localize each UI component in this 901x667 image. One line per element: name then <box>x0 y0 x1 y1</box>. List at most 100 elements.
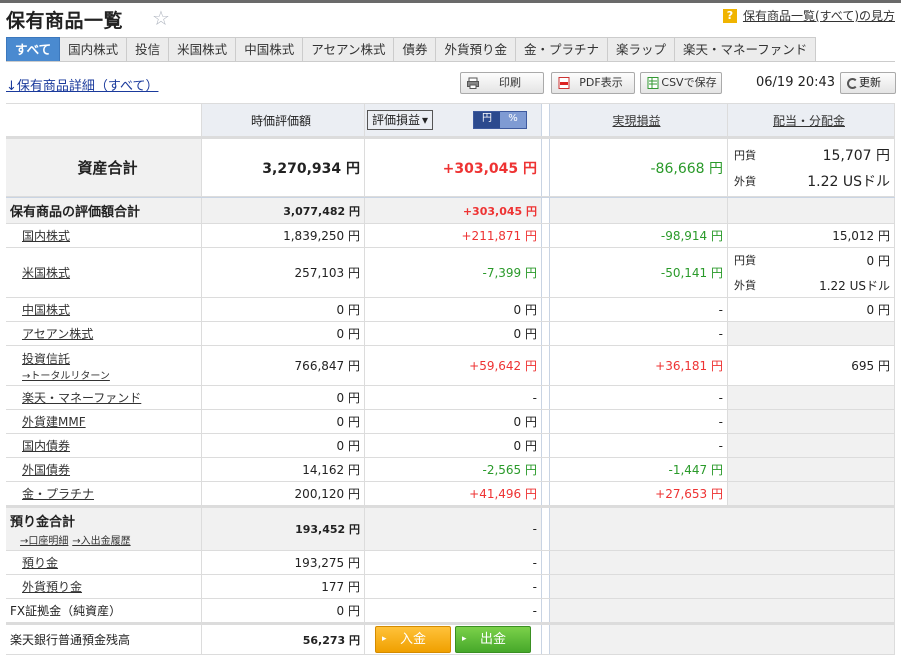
row-value: 0 円 <box>201 434 364 457</box>
tab-underline <box>6 61 895 62</box>
tab-domestic-stocks[interactable]: 国内株式 <box>60 37 128 62</box>
tab-asean-stocks[interactable]: アセアン株式 <box>303 37 395 62</box>
table-row: 金・プラチナ 200,120 円 +41,496 円 +27,653 円 <box>6 482 895 506</box>
pl-type-select[interactable]: 評価損益 ▾ <box>367 110 434 130</box>
table-row: アセアン株式 0 円 0 円 - <box>6 322 895 346</box>
table-row: FX証拠金（純資産） 0 円 - <box>6 599 895 623</box>
us-div-yen: 0 円 <box>866 253 890 268</box>
row-realized: - <box>549 410 727 433</box>
holdings-total-pl: +303,045 円 <box>364 198 542 223</box>
total-assets-value: 3,270,934 円 <box>201 139 364 196</box>
col-market-value: 時価評価額 <box>201 104 364 136</box>
total-assets-realized: -86,668 円 <box>549 139 727 196</box>
row-value: 0 円 <box>201 386 364 409</box>
print-label: 印刷 <box>499 76 521 89</box>
pl-select-value: 評価損益 <box>372 113 421 127</box>
tab-china-stocks[interactable]: 中国株式 <box>236 37 304 62</box>
row-label-link[interactable]: アセアン株式 <box>22 325 93 342</box>
csv-label: CSVで保存 <box>661 76 717 89</box>
tab-bonds[interactable]: 債券 <box>394 37 437 62</box>
page-title: 保有商品一覧 <box>6 10 124 32</box>
tab-gold-platinum[interactable]: 金・プラチナ <box>516 37 609 62</box>
row-value: 177 円 <box>201 575 364 598</box>
row-realized: - <box>549 386 727 409</box>
row-label-link[interactable]: 国内株式 <box>22 227 70 244</box>
arrow-right-icon: ▸ <box>382 634 387 644</box>
row-dividend: 15,012 円 <box>727 224 895 247</box>
row-dividend <box>727 322 895 345</box>
toolbar: ↓保有商品詳細（すべて） 印刷 PDF表示 CSVで保存 06/19 20:43… <box>0 72 901 96</box>
row-dividend <box>727 386 895 409</box>
refresh-icon <box>847 78 858 89</box>
row-label-link[interactable]: 米国株式 <box>22 264 70 281</box>
total-assets-row: 資産合計 3,270,934 円 +303,045 円 -86,668 円 円貨… <box>6 137 895 197</box>
row-label-link[interactable]: 国内債券 <box>22 437 70 454</box>
help-link-text[interactable]: 保有商品一覧(すべて)の見方 <box>743 7 895 24</box>
row-dividend: 0 円 <box>727 298 895 321</box>
row-label-link[interactable]: 投資信託 <box>22 350 70 367</box>
total-return-link[interactable]: →トータルリターン <box>22 367 110 382</box>
row-pl: 0 円 <box>364 298 542 321</box>
row-label-link[interactable]: 外貨預り金 <box>22 578 82 595</box>
unit-pct-button[interactable]: % <box>500 112 527 128</box>
favorite-star-icon[interactable]: ☆ <box>152 6 170 30</box>
row-realized: +27,653 円 <box>549 482 727 505</box>
unit-yen-button[interactable]: 円 <box>474 112 501 128</box>
chevron-down-icon: ▾ <box>422 113 429 127</box>
row-value: 0 円 <box>201 322 364 345</box>
pdf-icon <box>558 77 570 89</box>
row-label-link[interactable]: 金・プラチナ <box>22 485 94 502</box>
row-dividend: 695 円 <box>727 346 895 385</box>
row-value: 14,162 円 <box>201 458 364 481</box>
col-dividend-link[interactable]: 配当・分配金 <box>773 112 845 129</box>
row-value: 766,847 円 <box>201 346 364 385</box>
row-pl: +59,642 円 <box>364 346 542 385</box>
unit-toggle[interactable]: 円% <box>473 111 528 129</box>
tab-fx-deposit[interactable]: 外貨預り金 <box>436 37 516 62</box>
account-statement-link[interactable]: →口座明細 <box>20 536 68 547</box>
row-realized: -1,447 円 <box>549 458 727 481</box>
col-realized-link[interactable]: 実現損益 <box>612 112 660 129</box>
holdings-detail-link[interactable]: ↓保有商品詳細（すべて） <box>6 75 158 94</box>
div-fx-label: 外貨 <box>734 174 756 188</box>
tab-us-stocks[interactable]: 米国株式 <box>169 37 237 62</box>
csv-button[interactable]: CSVで保存 <box>640 72 722 94</box>
pdf-button[interactable]: PDF表示 <box>551 72 635 94</box>
row-value: 200,120 円 <box>201 482 364 505</box>
row-label-link[interactable]: 中国株式 <box>22 301 70 318</box>
withdraw-button[interactable]: ▸ 出金 <box>455 626 531 653</box>
tab-funds[interactable]: 投信 <box>127 37 170 62</box>
holdings-total-row: 保有商品の評価額合計 3,077,482 円 +303,045 円 <box>6 197 895 224</box>
tab-rakuwrap[interactable]: 楽ラップ <box>608 37 676 62</box>
tab-all[interactable]: すべて <box>6 37 61 62</box>
row-value: 1,839,250 円 <box>201 224 364 247</box>
row-realized: - <box>549 434 727 457</box>
refresh-button[interactable]: 更新 <box>840 72 896 94</box>
deposit-button[interactable]: ▸ 入金 <box>375 626 451 653</box>
table-row: 外国債券 14,162 円 -2,565 円 -1,447 円 <box>6 458 895 482</box>
row-realized: -98,914 円 <box>549 224 727 247</box>
row-pl: - <box>364 551 542 574</box>
deposit-history-link[interactable]: →入出金履歴 <box>72 536 130 547</box>
bank-balance-label: 楽天銀行普通預金残高 <box>10 633 131 647</box>
row-pl: +211,871 円 <box>364 224 542 247</box>
print-button[interactable]: 印刷 <box>460 72 544 94</box>
row-label-link[interactable]: 外貨建MMF <box>22 413 86 430</box>
deposit-total-row: 預り金合計 →口座明細 →入出金履歴 193,452 円 - <box>6 506 895 551</box>
table-row: 国内株式 1,839,250 円 +211,871 円 -98,914 円 15… <box>6 224 895 248</box>
row-label-link[interactable]: 楽天・マネーファンド <box>22 389 141 406</box>
row-pl: +41,496 円 <box>364 482 542 505</box>
row-pl: - <box>364 575 542 598</box>
row-dividend <box>727 434 895 457</box>
row-realized: +36,181 円 <box>549 346 727 385</box>
help-link[interactable]: ? 保有商品一覧(すべて)の見方 <box>722 7 895 24</box>
printer-icon <box>467 77 479 89</box>
product-tabs: すべて 国内株式 投信 米国株式 中国株式 アセアン株式 債券 外貨預り金 金・… <box>6 37 817 62</box>
row-dividend <box>727 482 895 505</box>
row-label-link[interactable]: 預り金 <box>22 554 58 571</box>
tab-money-fund[interactable]: 楽天・マネーファンド <box>675 37 817 62</box>
top-border <box>0 0 901 3</box>
row-label-link[interactable]: 外国債券 <box>22 461 70 478</box>
deposit-total-value: 193,452 円 <box>201 508 364 550</box>
holdings-table: 時価評価額 評価損益 ▾ 円% 実現損益 配当・分配金 資産合計 3,270,93… <box>6 103 895 655</box>
